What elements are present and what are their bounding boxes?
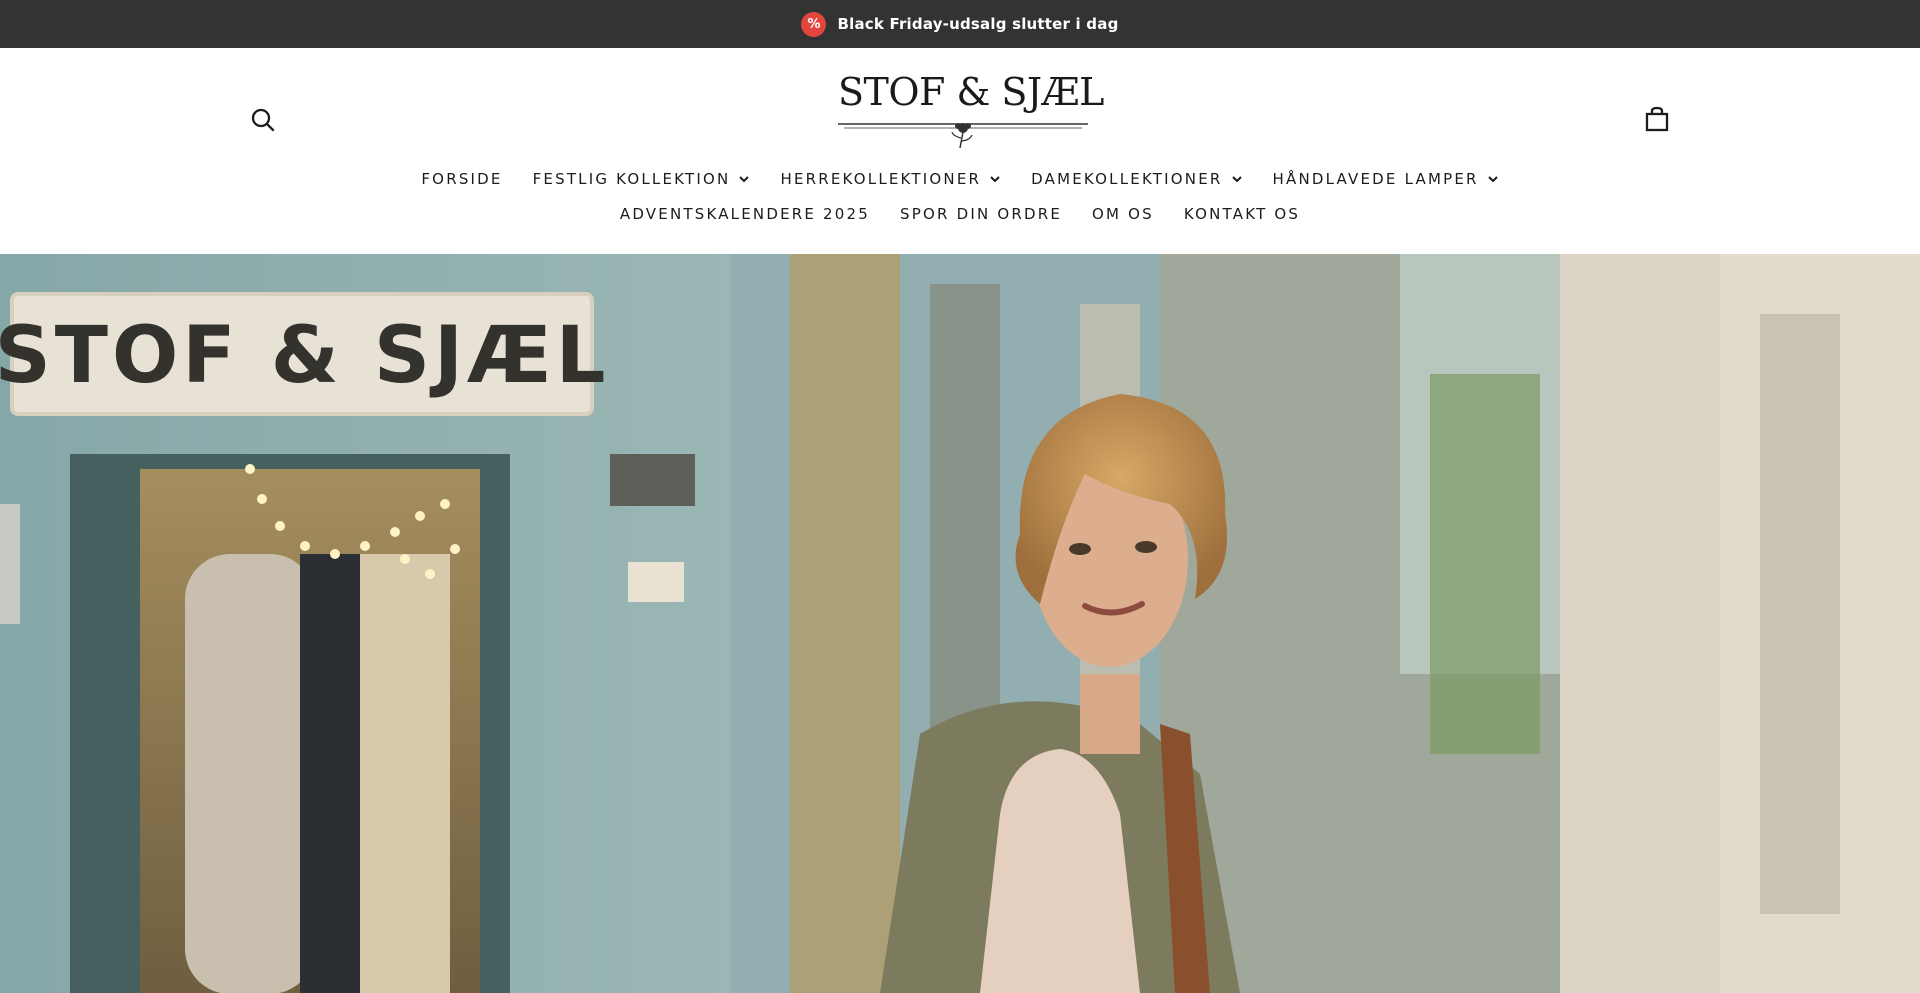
chevron-down-icon <box>990 176 1000 183</box>
nav-row-primary: FORSIDE FESTLIG KOLLEKTION HERREKOLLEKTI… <box>0 168 1920 190</box>
shopping-bag-icon <box>1645 106 1669 132</box>
site-header: STOF & SJÆL FORSIDE FESTLIG KOLLEKTION H… <box>0 48 1920 254</box>
site-logo[interactable]: STOF & SJÆL <box>838 70 1104 152</box>
main-navigation: FORSIDE FESTLIG KOLLEKTION HERREKOLLEKTI… <box>0 168 1920 225</box>
nav-item-label: ADVENTSKALENDERE 2025 <box>619 205 871 223</box>
nav-item-om-os[interactable]: OM OS <box>1077 205 1169 223</box>
nav-item-damekollektioner[interactable]: DAMEKOLLEKTIONER <box>1016 170 1257 188</box>
chevron-down-icon <box>1231 176 1242 183</box>
nav-item-label: FORSIDE <box>421 170 503 188</box>
nav-item-forside[interactable]: FORSIDE <box>406 170 517 188</box>
nav-item-handlavede-lamper[interactable]: HÅNDLAVEDE LAMPER <box>1258 170 1514 188</box>
nav-item-spor-din-ordre[interactable]: SPOR DIN ORDRE <box>885 205 1077 223</box>
nav-item-label: HERREKOLLEKTIONER <box>780 170 982 188</box>
nav-item-label: HÅNDLAVEDE LAMPER <box>1272 170 1479 188</box>
chevron-down-icon <box>739 176 750 183</box>
nav-item-label: KONTAKT OS <box>1183 205 1301 223</box>
nav-item-label: DAMEKOLLEKTIONER <box>1031 170 1223 188</box>
search-button[interactable] <box>247 104 279 136</box>
cart-button[interactable] <box>1640 103 1674 137</box>
logo-wordmark: STOF & SJÆL <box>838 70 1104 114</box>
nav-item-label: FESTLIG KOLLEKTION <box>532 170 731 188</box>
nav-item-festlig-kollektion[interactable]: FESTLIG KOLLEKTION <box>518 170 766 188</box>
nav-row-secondary: ADVENTSKALENDERE 2025 SPOR DIN ORDRE OM … <box>0 203 1920 225</box>
storefront-sign-text: STOF & SJÆL <box>0 311 609 401</box>
nav-item-kontakt-os[interactable]: KONTAKT OS <box>1169 205 1315 223</box>
search-icon <box>251 108 275 132</box>
nav-item-herrekollektioner[interactable]: HERREKOLLEKTIONER <box>765 170 1016 188</box>
chevron-down-icon <box>1487 176 1498 183</box>
announcement-bar: % Black Friday-udsalg slutter i dag <box>0 0 1920 48</box>
announcement-text[interactable]: Black Friday-udsalg slutter i dag <box>837 15 1118 33</box>
logo-flower-divider-icon <box>838 123 1088 149</box>
hero-illustration: STOF & SJÆL <box>0 254 1920 993</box>
nav-item-label: OM OS <box>1092 205 1154 223</box>
nav-item-adventskalendere[interactable]: ADVENTSKALENDERE 2025 <box>605 205 885 223</box>
discount-badge-icon: % <box>801 11 827 37</box>
hero-banner-image: STOF & SJÆL <box>0 254 1920 993</box>
nav-item-label: SPOR DIN ORDRE <box>900 205 1063 223</box>
